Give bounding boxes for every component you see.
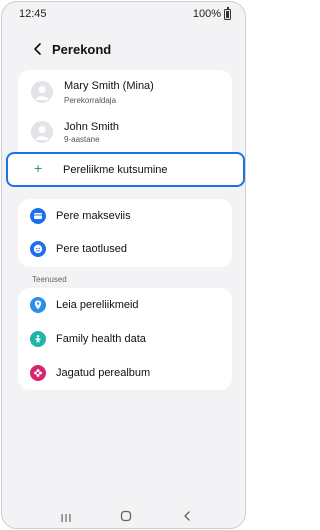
row-label: Pere taotlused — [56, 243, 127, 255]
status-right: 100% — [192, 6, 231, 20]
invite-member-label: Pereliikme kutsumine — [63, 164, 168, 176]
row-label: Leia pereliikmeid — [56, 299, 139, 311]
page-title: Perekond — [52, 42, 112, 57]
row-label: Pere makseviis — [56, 210, 131, 222]
back-arrow-icon[interactable] — [28, 39, 48, 59]
card-icon — [30, 208, 46, 224]
phone-screen: 12:45 100% Perekond Mary Smith (Mina) Pe… — [1, 1, 246, 529]
member-role: 9-aastane — [64, 135, 100, 144]
back-nav-icon[interactable] — [181, 509, 193, 527]
plus-icon: + — [34, 160, 43, 176]
family-health-row[interactable]: Family health data — [18, 322, 232, 356]
member-name: John Smith — [64, 121, 120, 133]
member-row-mary[interactable]: Mary Smith (Mina) Perekorraldaja — [18, 70, 232, 114]
member-role: Perekorraldaja — [64, 96, 117, 105]
services-card: Leia pereliikmeid Family health data Jag… — [18, 288, 232, 390]
avatar-icon — [31, 121, 53, 143]
find-family-row[interactable]: Leia pereliikmeid — [18, 288, 232, 322]
health-icon — [30, 331, 46, 347]
flower-album-icon — [30, 365, 46, 381]
navigation-bar — [2, 502, 245, 528]
recents-icon[interactable] — [60, 510, 72, 528]
family-payments-card: Pere makseviis Pere taotlused — [18, 199, 232, 267]
location-pin-icon — [30, 297, 46, 313]
status-bar: 12:45 100% — [2, 2, 245, 26]
page-header: Perekond — [2, 36, 245, 62]
payment-method-row[interactable]: Pere makseviis — [18, 199, 232, 233]
battery-icon — [224, 6, 231, 20]
battery-percent: 100% — [192, 8, 221, 20]
services-section-label: Teenused — [32, 275, 67, 284]
row-label: Family health data — [56, 333, 146, 345]
request-face-icon — [30, 241, 46, 257]
shared-album-row[interactable]: Jagatud perealbum — [18, 356, 232, 390]
status-time: 12:45 — [19, 8, 47, 20]
home-icon[interactable] — [120, 509, 132, 527]
family-requests-row[interactable]: Pere taotlused — [18, 233, 232, 267]
row-label: Jagatud perealbum — [56, 367, 151, 379]
member-name: Mary Smith (Mina) — [64, 80, 154, 92]
avatar-icon — [31, 81, 53, 103]
